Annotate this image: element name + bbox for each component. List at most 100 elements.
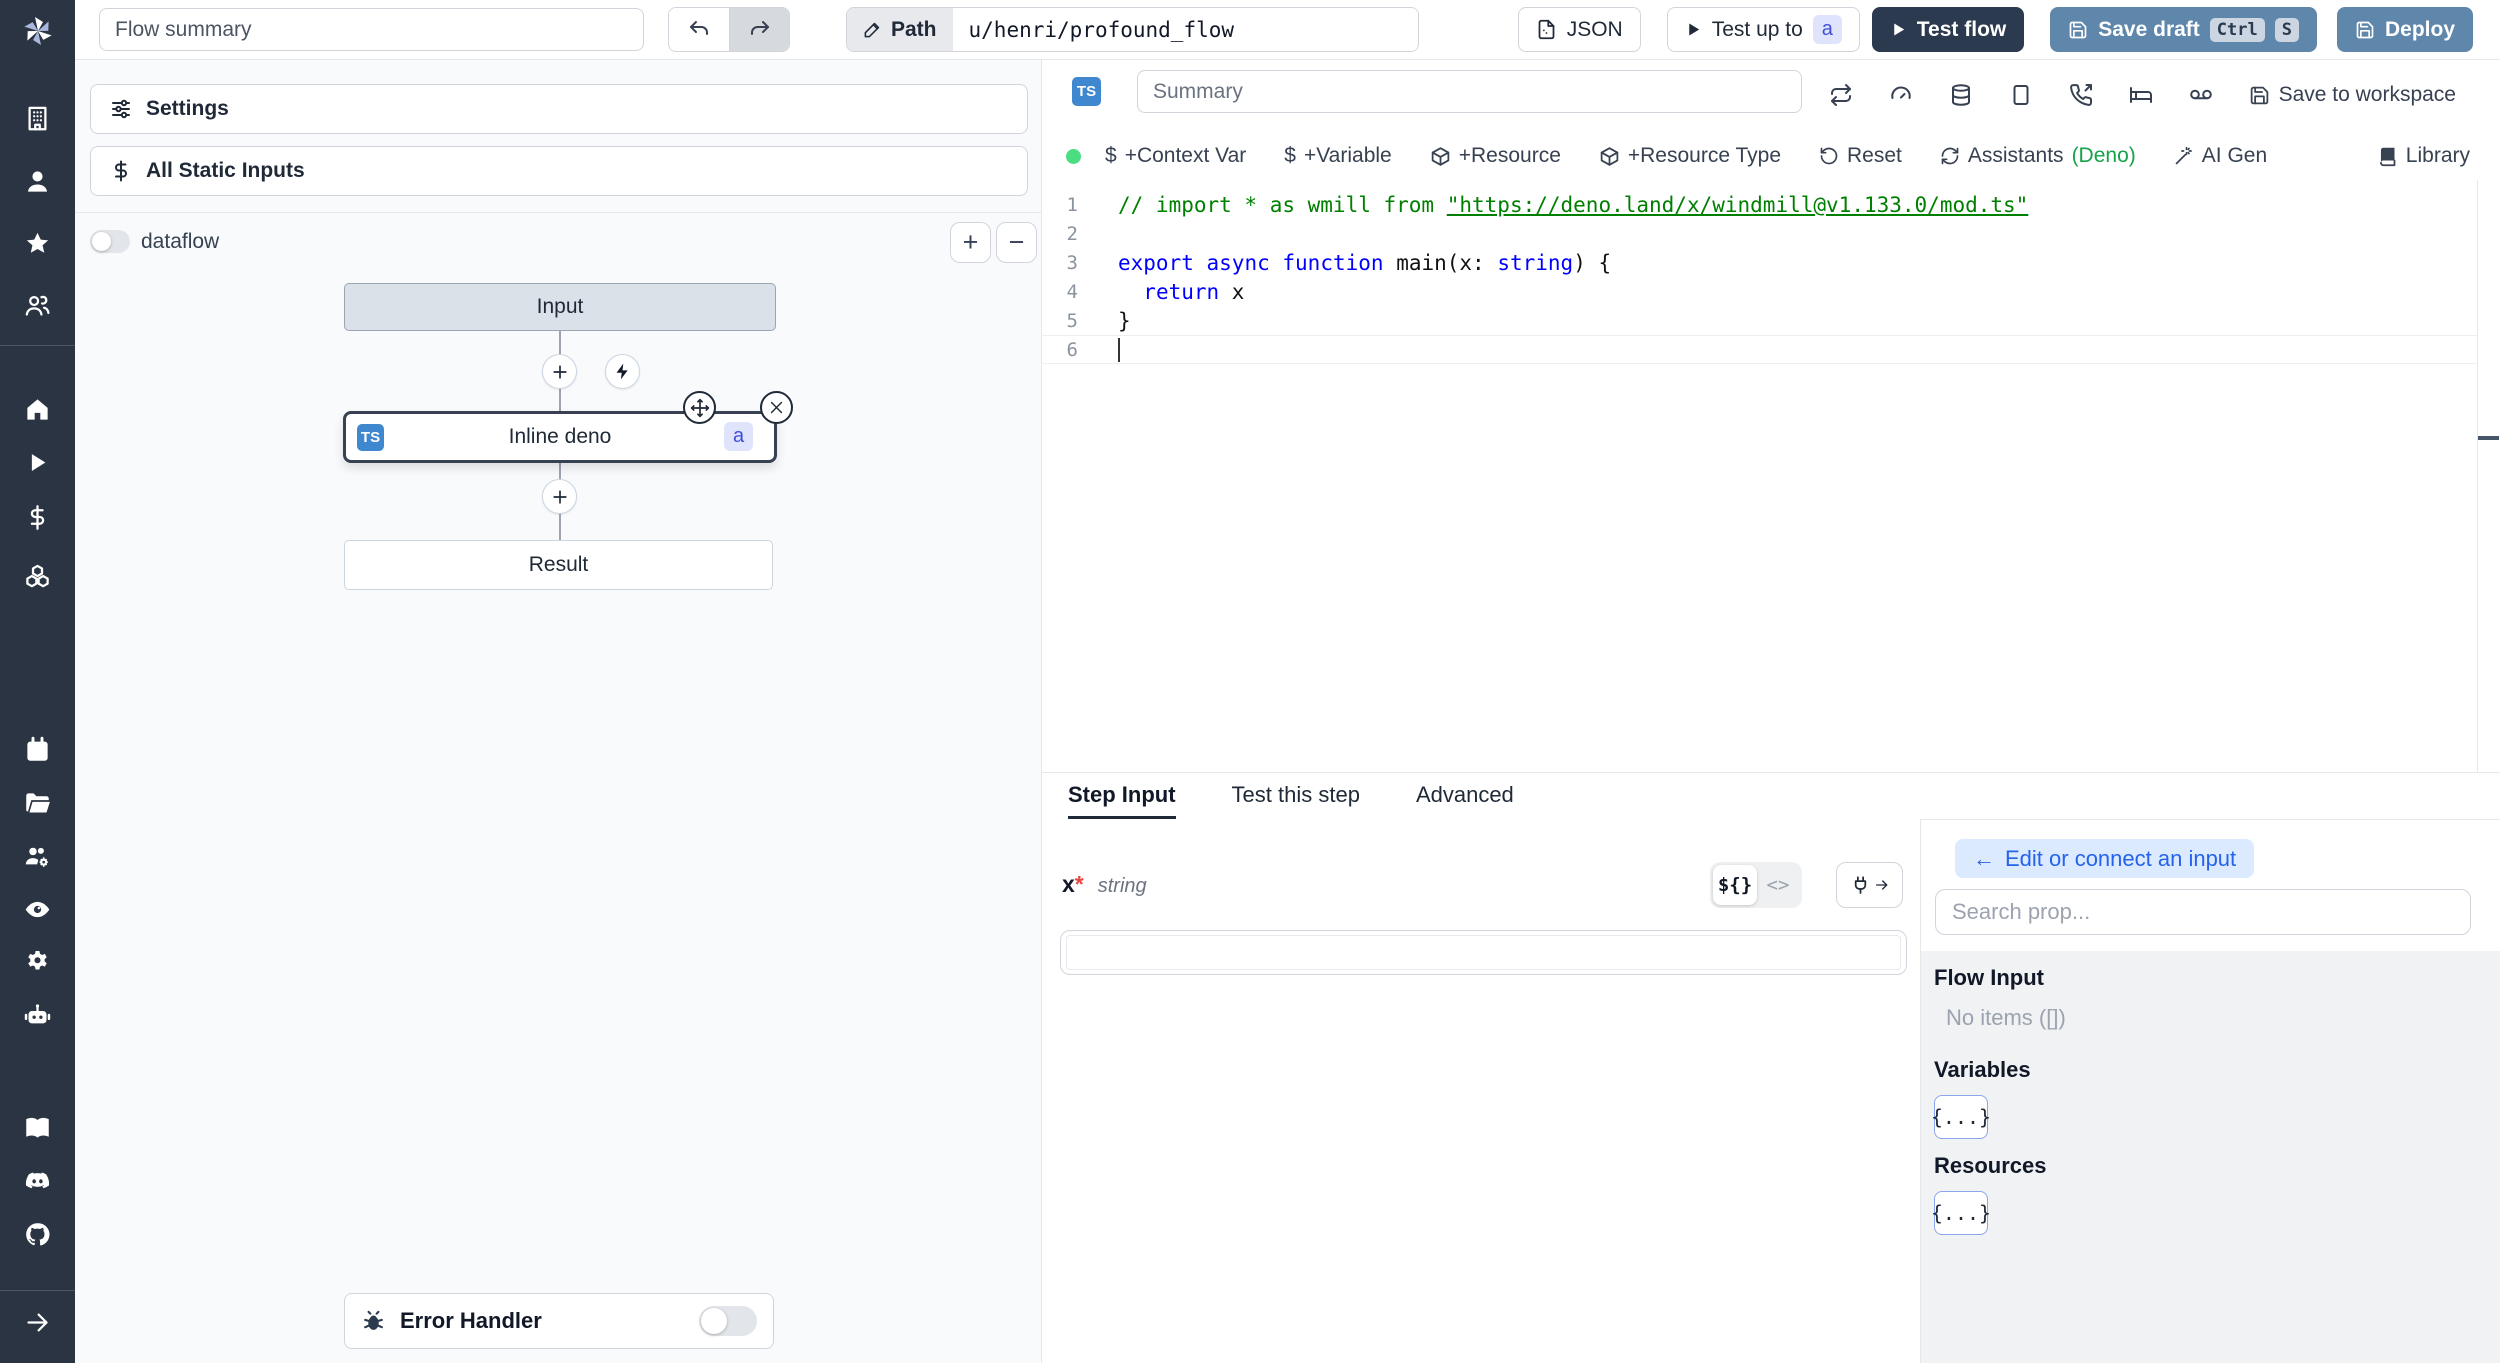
add-context-var-button[interactable]: $ +Context Var [1105, 144, 1246, 168]
save-draft-button[interactable]: Save draft Ctrl S [2050, 7, 2317, 52]
code-lines: 1// import * as wmill from "https://deno… [1042, 190, 2477, 364]
template-mode-button[interactable]: ${} [1713, 865, 1757, 905]
panel-divider [75, 212, 1042, 213]
gear-icon[interactable] [24, 949, 51, 976]
variables-expand-button[interactable]: {...} [1931, 1095, 1991, 1139]
github-icon[interactable] [24, 1221, 51, 1248]
flow-input-node[interactable]: Input [344, 283, 776, 331]
delete-node-button[interactable] [760, 391, 793, 424]
step-settings-icon-row: Save to workspace [1829, 83, 2456, 107]
variables-section-title: Variables [1934, 1057, 2031, 1082]
all-static-inputs-button[interactable]: All Static Inputs [90, 146, 1028, 196]
prop-picker-sections: Flow Input No items ([]) Variables {...}… [1921, 951, 2500, 1363]
discord-icon[interactable] [24, 1168, 51, 1195]
redo-icon [748, 18, 772, 42]
flow-step-node-inline-deno[interactable]: TS Inline deno a [343, 411, 777, 463]
play-icon[interactable] [24, 449, 51, 476]
typescript-badge: TS [357, 424, 384, 451]
code-editor[interactable]: 1// import * as wmill from "https://deno… [1042, 180, 2500, 772]
path-value-input[interactable] [952, 8, 1418, 51]
add-resource-label: +Resource [1458, 144, 1561, 167]
flow-result-node[interactable]: Result [344, 540, 773, 590]
code-mode-button[interactable]: <> [1757, 874, 1799, 896]
tab-test-this-step[interactable]: Test this step [1232, 773, 1360, 819]
error-handler-toggle[interactable] [699, 1306, 757, 1336]
assistants-button[interactable]: Assistants (Deno) [1940, 144, 2136, 168]
test-up-to-button[interactable]: Test up to a [1666, 7, 1860, 52]
tab-step-input-label: Step Input [1068, 781, 1176, 807]
gauge-icon[interactable] [1889, 83, 1913, 107]
history-button-group [668, 7, 790, 52]
flow-summary-input[interactable] [99, 8, 644, 51]
square-icon[interactable] [2009, 83, 2033, 107]
editor-overview-ruler[interactable] [2477, 180, 2500, 772]
search-prop-input[interactable] [1935, 889, 2471, 935]
error-handler-node[interactable]: Error Handler [344, 1293, 774, 1349]
calendar-icon[interactable] [24, 736, 51, 763]
dollar-icon[interactable] [24, 504, 51, 531]
argument-name: x* [1062, 871, 1084, 897]
library-button[interactable]: Library [2377, 144, 2470, 168]
workers-icon[interactable] [24, 843, 51, 870]
insert-step-button-bottom[interactable] [542, 479, 577, 514]
pencil-icon [863, 20, 882, 39]
folder-open-icon[interactable] [24, 790, 51, 817]
database-icon[interactable] [1949, 83, 1973, 107]
trigger-zap-button[interactable] [605, 354, 640, 389]
deploy-button[interactable]: Deploy [2336, 7, 2473, 52]
insert-step-button-top[interactable] [542, 354, 577, 389]
add-resource-type-button[interactable]: +Resource Type [1599, 144, 1781, 168]
building-icon[interactable] [24, 105, 51, 132]
bed-icon[interactable] [2129, 83, 2153, 107]
dataflow-toggle[interactable] [90, 230, 130, 253]
argument-value-editor [1060, 930, 1907, 975]
boxes-icon[interactable] [24, 562, 51, 589]
error-handler-toggle-knob [701, 1308, 727, 1334]
tab-test-this-step-label: Test this step [1231, 781, 1360, 807]
eye-icon[interactable] [24, 896, 51, 923]
path-edit-button[interactable]: Path [847, 8, 953, 51]
flow-input-empty-text: No items ([]) [1946, 1005, 2066, 1030]
save-to-workspace-button[interactable]: Save to workspace [2249, 83, 2456, 107]
move-node-button[interactable] [683, 391, 716, 424]
edit-or-connect-button[interactable]: ← Edit or connect an input [1955, 839, 2255, 878]
zoom-in-button[interactable]: + [950, 222, 991, 263]
robot-icon[interactable] [24, 1002, 51, 1029]
add-variable-button[interactable]: $ +Variable [1284, 144, 1391, 168]
user-icon[interactable] [24, 168, 51, 195]
book-open-icon[interactable] [24, 1114, 51, 1141]
phone-incoming-icon[interactable] [2069, 83, 2093, 107]
connect-input-button[interactable] [1836, 862, 1903, 908]
users-icon[interactable] [24, 292, 51, 319]
tab-advanced[interactable]: Advanced [1416, 773, 1514, 819]
test-flow-button[interactable]: Test flow [1871, 7, 2025, 52]
zoom-out-button[interactable]: − [996, 222, 1037, 263]
arrow-right-icon[interactable] [24, 1309, 51, 1336]
tab-step-input[interactable]: Step Input [1068, 773, 1176, 819]
rail-divider [0, 345, 75, 346]
home-icon[interactable] [24, 396, 51, 423]
flow-step-node-label: Inline deno [508, 425, 612, 448]
ai-gen-button[interactable]: AI Gen [2174, 144, 2267, 168]
save-to-workspace-label: Save to workspace [2278, 83, 2456, 106]
star-icon[interactable] [24, 230, 51, 257]
flow-settings-label: Settings [146, 97, 229, 120]
language-status-dot [1066, 148, 1081, 164]
step-summary-input[interactable] [1137, 70, 1802, 113]
redo-button[interactable] [729, 8, 789, 51]
add-resource-button[interactable]: +Resource [1430, 144, 1561, 168]
overview-cursor-marker [2478, 436, 2499, 440]
dataflow-toggle-knob [92, 232, 111, 251]
windmill-logo[interactable] [20, 12, 56, 48]
undo-button[interactable] [669, 8, 729, 51]
flow-settings-button[interactable]: Settings [90, 84, 1028, 134]
typescript-badge: TS [1072, 77, 1101, 106]
repeat-icon[interactable] [1829, 83, 1853, 107]
reset-button[interactable]: Reset [1819, 144, 1902, 168]
json-button[interactable]: JSON [1517, 7, 1641, 52]
resources-expand-button[interactable]: {...} [1931, 1191, 1991, 1235]
argument-value-field[interactable] [1066, 935, 1901, 970]
refresh-cw-icon [1940, 146, 1960, 166]
save-draft-label: Save draft [2098, 17, 2200, 41]
voicemail-icon[interactable] [2189, 83, 2213, 107]
